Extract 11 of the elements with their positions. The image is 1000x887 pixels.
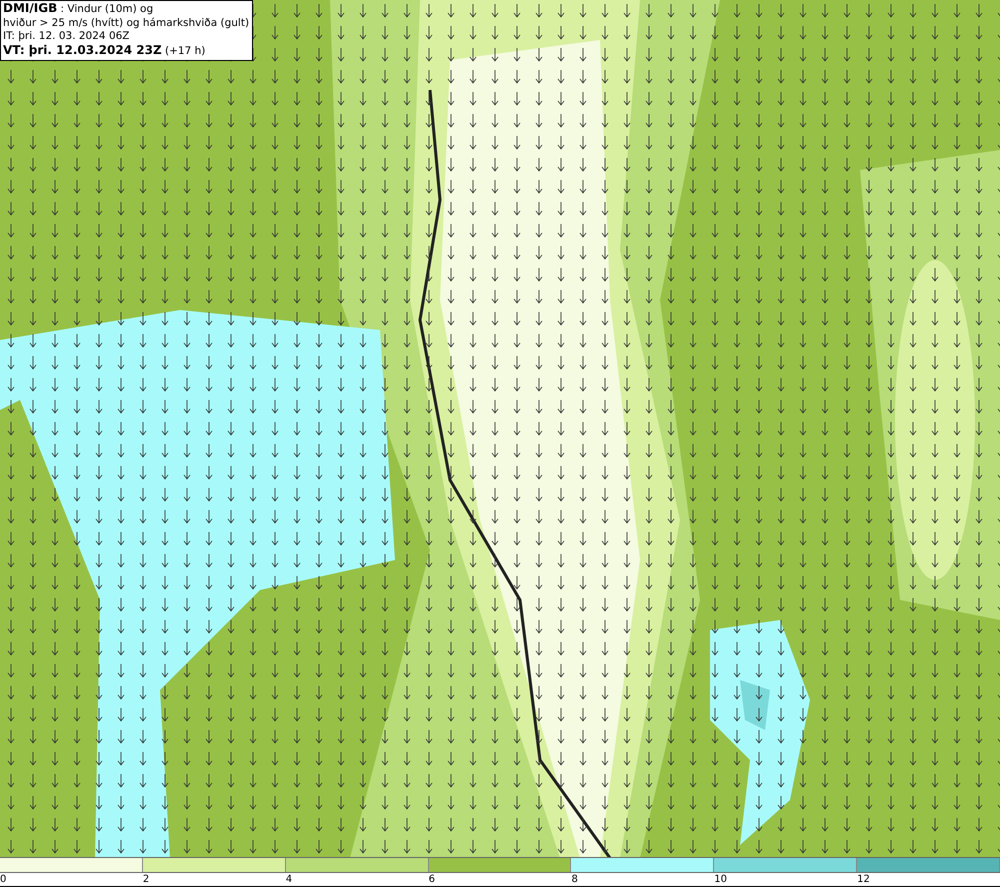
legend-tick-label: 0 (0, 873, 6, 886)
legend-tick-label: 8 (571, 873, 578, 886)
legend-tick-label: 2 (142, 873, 150, 886)
legend-tick-label: 6 (428, 873, 435, 886)
info-line: IT: þri. 12. 03. 2024 06Z (3, 30, 130, 44)
legend-tick-label: 10 (714, 873, 728, 886)
legend-tick-label: 4 (286, 873, 292, 886)
info-line: hviður > 25 m/s (hvítt) og hámarkshviða (gult) (3, 16, 250, 30)
legend-tick-label: 12 (857, 873, 870, 886)
info-line: DMI/IGB : Vindur (10m) og (3, 2, 154, 16)
info-line: VT: þri. 12.03.2024 23Z (+17 h) (3, 44, 206, 58)
